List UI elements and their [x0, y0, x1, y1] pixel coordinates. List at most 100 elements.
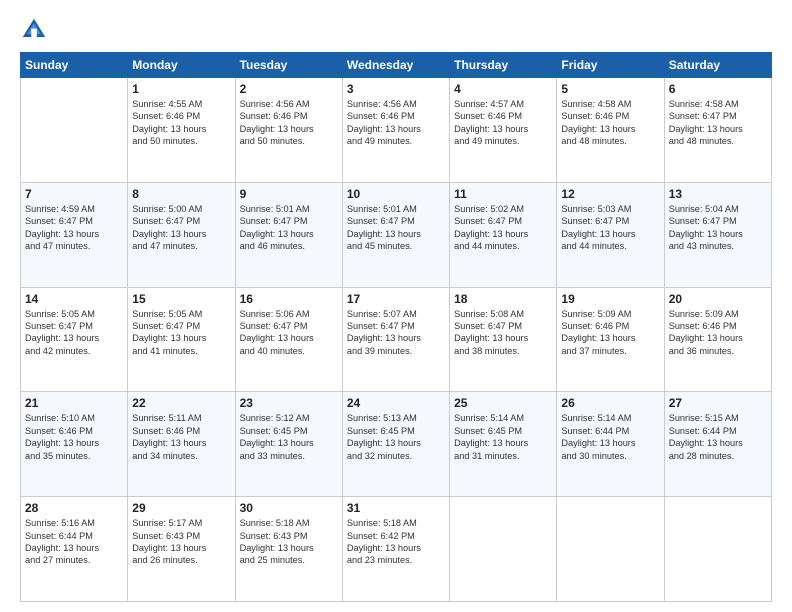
calendar-cell — [664, 497, 771, 602]
day-number: 2 — [240, 82, 338, 96]
day-number: 1 — [132, 82, 230, 96]
cell-info: Sunrise: 5:14 AM Sunset: 6:44 PM Dayligh… — [561, 412, 659, 462]
cell-info: Sunrise: 5:00 AM Sunset: 6:47 PM Dayligh… — [132, 203, 230, 253]
cell-info: Sunrise: 5:09 AM Sunset: 6:46 PM Dayligh… — [561, 308, 659, 358]
day-number: 18 — [454, 292, 552, 306]
day-number: 20 — [669, 292, 767, 306]
calendar-cell: 21Sunrise: 5:10 AM Sunset: 6:46 PM Dayli… — [21, 392, 128, 497]
cell-info: Sunrise: 4:58 AM Sunset: 6:46 PM Dayligh… — [561, 98, 659, 148]
week-row-3: 14 Sunrise: 5:05 AM Sunset: 6:47 PM Dayli… — [21, 287, 772, 392]
day-number: 28 — [25, 501, 123, 515]
day-header-sunday: Sunday — [21, 53, 128, 78]
day-number: 8 — [132, 187, 230, 201]
calendar-cell: 18 Sunrise: 5:08 AM Sunset: 6:47 PM Dayli… — [450, 287, 557, 392]
header-row: SundayMondayTuesdayWednesdayThursdayFrid… — [21, 53, 772, 78]
week-row-4: 21Sunrise: 5:10 AM Sunset: 6:46 PM Dayli… — [21, 392, 772, 497]
cell-info: Sunrise: 5:06 AM Sunset: 6:47 PM Dayligh… — [240, 308, 338, 358]
calendar-cell: 11Sunrise: 5:02 AM Sunset: 6:47 PM Dayli… — [450, 182, 557, 287]
page: SundayMondayTuesdayWednesdayThursdayFrid… — [0, 0, 792, 612]
calendar-cell — [557, 497, 664, 602]
calendar-cell: 3 Sunrise: 4:56 AM Sunset: 6:46 PM Daylig… — [342, 78, 449, 183]
cell-info: Sunrise: 5:14 AM Sunset: 6:45 PM Dayligh… — [454, 412, 552, 462]
day-number: 26 — [561, 396, 659, 410]
calendar-cell: 8 Sunrise: 5:00 AM Sunset: 6:47 PM Daylig… — [128, 182, 235, 287]
cell-info: Sunrise: 5:09 AM Sunset: 6:46 PM Dayligh… — [669, 308, 767, 358]
day-number: 25 — [454, 396, 552, 410]
day-number: 17 — [347, 292, 445, 306]
cell-info: Sunrise: 5:05 AM Sunset: 6:47 PM Dayligh… — [25, 308, 123, 358]
header — [20, 16, 772, 44]
day-number: 21 — [25, 396, 123, 410]
cell-info: Sunrise: 4:55 AM Sunset: 6:46 PM Dayligh… — [132, 98, 230, 148]
calendar-cell: 26 Sunrise: 5:14 AM Sunset: 6:44 PM Dayli… — [557, 392, 664, 497]
day-number: 3 — [347, 82, 445, 96]
day-number: 10 — [347, 187, 445, 201]
calendar-cell: 17Sunrise: 5:07 AM Sunset: 6:47 PM Dayli… — [342, 287, 449, 392]
cell-info: Sunrise: 5:03 AM Sunset: 6:47 PM Dayligh… — [561, 203, 659, 253]
calendar-cell: 31Sunrise: 5:18 AM Sunset: 6:42 PM Dayli… — [342, 497, 449, 602]
calendar-cell: 27Sunrise: 5:15 AM Sunset: 6:44 PM Dayli… — [664, 392, 771, 497]
week-row-5: 28 Sunrise: 5:16 AM Sunset: 6:44 PM Dayli… — [21, 497, 772, 602]
week-row-1: 1 Sunrise: 4:55 AM Sunset: 6:46 PM Daylig… — [21, 78, 772, 183]
day-number: 19 — [561, 292, 659, 306]
calendar-cell — [21, 78, 128, 183]
calendar-cell: 24 Sunrise: 5:13 AM Sunset: 6:45 PM Dayli… — [342, 392, 449, 497]
calendar-cell: 16Sunrise: 5:06 AM Sunset: 6:47 PM Dayli… — [235, 287, 342, 392]
day-number: 12 — [561, 187, 659, 201]
day-number: 29 — [132, 501, 230, 515]
day-number: 4 — [454, 82, 552, 96]
cell-info: Sunrise: 5:18 AM Sunset: 6:43 PM Dayligh… — [240, 517, 338, 567]
cell-info: Sunrise: 4:57 AM Sunset: 6:46 PM Dayligh… — [454, 98, 552, 148]
calendar-cell: 7 Sunrise: 4:59 AM Sunset: 6:47 PM Daylig… — [21, 182, 128, 287]
cell-info: Sunrise: 5:05 AM Sunset: 6:47 PM Dayligh… — [132, 308, 230, 358]
day-header-friday: Friday — [557, 53, 664, 78]
day-header-wednesday: Wednesday — [342, 53, 449, 78]
cell-info: Sunrise: 5:11 AM Sunset: 6:46 PM Dayligh… — [132, 412, 230, 462]
calendar-cell: 1 Sunrise: 4:55 AM Sunset: 6:46 PM Daylig… — [128, 78, 235, 183]
calendar-cell: 10 Sunrise: 5:01 AM Sunset: 6:47 PM Dayli… — [342, 182, 449, 287]
calendar-cell: 4 Sunrise: 4:57 AM Sunset: 6:46 PM Daylig… — [450, 78, 557, 183]
day-number: 15 — [132, 292, 230, 306]
day-number: 14 — [25, 292, 123, 306]
day-number: 9 — [240, 187, 338, 201]
cell-info: Sunrise: 5:15 AM Sunset: 6:44 PM Dayligh… — [669, 412, 767, 462]
day-number: 13 — [669, 187, 767, 201]
calendar-cell: 22Sunrise: 5:11 AM Sunset: 6:46 PM Dayli… — [128, 392, 235, 497]
cell-info: Sunrise: 5:12 AM Sunset: 6:45 PM Dayligh… — [240, 412, 338, 462]
day-number: 7 — [25, 187, 123, 201]
day-number: 30 — [240, 501, 338, 515]
calendar-cell: 2 Sunrise: 4:56 AM Sunset: 6:46 PM Daylig… — [235, 78, 342, 183]
cell-info: Sunrise: 5:18 AM Sunset: 6:42 PM Dayligh… — [347, 517, 445, 567]
cell-info: Sunrise: 5:02 AM Sunset: 6:47 PM Dayligh… — [454, 203, 552, 253]
calendar-cell: 15 Sunrise: 5:05 AM Sunset: 6:47 PM Dayli… — [128, 287, 235, 392]
calendar-cell: 5Sunrise: 4:58 AM Sunset: 6:46 PM Daylig… — [557, 78, 664, 183]
cell-info: Sunrise: 5:17 AM Sunset: 6:43 PM Dayligh… — [132, 517, 230, 567]
calendar-cell — [450, 497, 557, 602]
calendar-cell: 13Sunrise: 5:04 AM Sunset: 6:47 PM Dayli… — [664, 182, 771, 287]
cell-info: Sunrise: 4:56 AM Sunset: 6:46 PM Dayligh… — [240, 98, 338, 148]
cell-info: Sunrise: 5:01 AM Sunset: 6:47 PM Dayligh… — [347, 203, 445, 253]
calendar-cell: 28 Sunrise: 5:16 AM Sunset: 6:44 PM Dayli… — [21, 497, 128, 602]
day-header-saturday: Saturday — [664, 53, 771, 78]
calendar-cell: 25 Sunrise: 5:14 AM Sunset: 6:45 PM Dayli… — [450, 392, 557, 497]
calendar-cell: 23 Sunrise: 5:12 AM Sunset: 6:45 PM Dayli… — [235, 392, 342, 497]
cell-info: Sunrise: 5:16 AM Sunset: 6:44 PM Dayligh… — [25, 517, 123, 567]
cell-info: Sunrise: 4:59 AM Sunset: 6:47 PM Dayligh… — [25, 203, 123, 253]
day-number: 23 — [240, 396, 338, 410]
cell-info: Sunrise: 5:13 AM Sunset: 6:45 PM Dayligh… — [347, 412, 445, 462]
week-row-2: 7 Sunrise: 4:59 AM Sunset: 6:47 PM Daylig… — [21, 182, 772, 287]
calendar-cell: 29 Sunrise: 5:17 AM Sunset: 6:43 PM Dayli… — [128, 497, 235, 602]
calendar-cell: 6Sunrise: 4:58 AM Sunset: 6:47 PM Daylig… — [664, 78, 771, 183]
calendar-cell: 12 Sunrise: 5:03 AM Sunset: 6:47 PM Dayli… — [557, 182, 664, 287]
cell-info: Sunrise: 5:01 AM Sunset: 6:47 PM Dayligh… — [240, 203, 338, 253]
day-header-thursday: Thursday — [450, 53, 557, 78]
cell-info: Sunrise: 5:08 AM Sunset: 6:47 PM Dayligh… — [454, 308, 552, 358]
cell-info: Sunrise: 4:56 AM Sunset: 6:46 PM Dayligh… — [347, 98, 445, 148]
logo-icon — [20, 16, 48, 44]
day-number: 24 — [347, 396, 445, 410]
day-header-tuesday: Tuesday — [235, 53, 342, 78]
calendar-table: SundayMondayTuesdayWednesdayThursdayFrid… — [20, 52, 772, 602]
calendar-cell: 30 Sunrise: 5:18 AM Sunset: 6:43 PM Dayli… — [235, 497, 342, 602]
calendar-cell: 20 Sunrise: 5:09 AM Sunset: 6:46 PM Dayli… — [664, 287, 771, 392]
cell-info: Sunrise: 4:58 AM Sunset: 6:47 PM Dayligh… — [669, 98, 767, 148]
